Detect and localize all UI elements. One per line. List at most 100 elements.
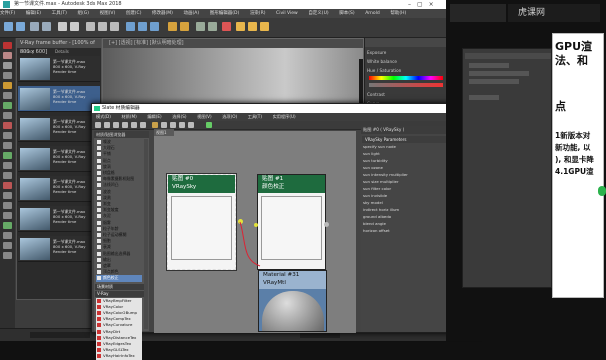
- unlink-icon[interactable]: [42, 22, 51, 31]
- saturation-slider[interactable]: [369, 83, 443, 87]
- output-socket[interactable]: [324, 222, 329, 227]
- vray-decal-icon[interactable]: [3, 142, 12, 149]
- menu-item[interactable]: 渲染(R): [250, 11, 266, 16]
- vray-dome-icon[interactable]: [3, 122, 12, 129]
- undo-icon[interactable]: [4, 22, 13, 31]
- render-history-item[interactable]: 第一节课文件.max 800 x 600, V-Ray Render time: [18, 86, 100, 112]
- maxscript-listener[interactable]: [30, 332, 90, 338]
- cc-row-contrast[interactable]: Contrast: [367, 91, 445, 99]
- vray-light-icon[interactable]: [3, 52, 12, 59]
- vray-tool-icon[interactable]: [3, 172, 12, 179]
- menu-item[interactable]: 动画(A): [184, 11, 200, 16]
- browser-vray-item[interactable]: VRayHairInfoTex: [96, 353, 142, 360]
- render-element-row[interactable]: [469, 71, 529, 76]
- curve-editor-icon[interactable]: [208, 22, 217, 31]
- render-history-item[interactable]: 第一节课文件.max 800 x 600, V-Ray Render time: [18, 56, 100, 82]
- vray-tool-icon[interactable]: [3, 162, 12, 169]
- slate-menu-item[interactable]: 选项(O): [222, 114, 237, 119]
- pick-material-icon[interactable]: [104, 122, 110, 128]
- render-element-row[interactable]: [469, 63, 509, 68]
- render-frame-icon[interactable]: [248, 22, 257, 31]
- vray-tool-icon[interactable]: [3, 192, 12, 199]
- render-history-item[interactable]: 第一节课文件.max 800 x 600, V-Ray Render time: [18, 116, 100, 142]
- slate-menu-item[interactable]: 编辑(E): [147, 114, 161, 119]
- menu-item[interactable]: 脚本(S): [339, 11, 354, 16]
- menu-item[interactable]: 创建(C): [126, 11, 142, 16]
- select-region-icon[interactable]: [70, 22, 79, 31]
- vray-tool-icon[interactable]: [3, 182, 12, 189]
- render-history-item[interactable]: 第一节课文件.max 800 x 600, V-Ray Render time: [18, 176, 100, 202]
- view-tab[interactable]: 视图1: [154, 129, 174, 136]
- node-vraymtl[interactable]: Material #31 VRayMtl: [258, 270, 327, 332]
- slate-menu-item[interactable]: 视图(V): [197, 114, 212, 119]
- cc-row-hue-saturation[interactable]: Hue / Saturation: [367, 67, 445, 75]
- menu-item[interactable]: 文件(F): [0, 11, 15, 16]
- vray-mesh-icon[interactable]: [3, 112, 12, 119]
- slate-menu-item[interactable]: 选择(S): [172, 114, 186, 119]
- menu-item[interactable]: 编辑(E): [26, 11, 41, 16]
- redo-icon[interactable]: [16, 22, 25, 31]
- browser-section-scene[interactable]: 场景材质: [95, 283, 148, 290]
- link-icon[interactable]: [30, 22, 39, 31]
- move-children-icon[interactable]: [140, 122, 146, 128]
- align-icon[interactable]: [180, 22, 189, 31]
- command-panel-tabs[interactable]: [465, 53, 551, 59]
- render-history-item[interactable]: 第一节课文件.max 800 x 600, V-Ray Render time: [18, 206, 100, 232]
- node-vraysky[interactable]: 贴图 #0 VRaySky: [166, 173, 237, 271]
- browser-section-vray[interactable]: V-Ray: [95, 290, 148, 297]
- layer-icon[interactable]: [196, 22, 205, 31]
- material-editor-icon[interactable]: [222, 22, 231, 31]
- scale-icon[interactable]: [110, 22, 119, 31]
- render-element-row[interactable]: [469, 79, 519, 84]
- render-preview-icon[interactable]: [206, 122, 212, 128]
- select-icon[interactable]: [58, 22, 67, 31]
- browser-item[interactable]: 颜色校正: [96, 275, 142, 282]
- window-controls[interactable]: –▢×: [408, 1, 444, 8]
- cc-row-white-balance[interactable]: White balance: [367, 58, 445, 66]
- percent-snap-icon[interactable]: [150, 22, 159, 31]
- move-icon[interactable]: [86, 22, 95, 31]
- render-history-item[interactable]: 第一节课文件.max 800 x 600, V-Ray Render time: [18, 236, 100, 262]
- mirror-icon[interactable]: [168, 22, 177, 31]
- green-tab[interactable]: [598, 186, 606, 196]
- vray-scene-icon[interactable]: [3, 152, 12, 159]
- vray-icon[interactable]: [3, 42, 12, 49]
- cc-row-exposure[interactable]: Exposure: [367, 49, 445, 57]
- put-to-scene-icon[interactable]: [113, 122, 119, 128]
- node-color-correction[interactable]: 贴图 #1 颜色校正: [257, 174, 326, 270]
- browser-scrollbar[interactable]: [144, 139, 148, 329]
- render-setup-icon[interactable]: [236, 22, 245, 31]
- render-element-row[interactable]: [469, 95, 499, 100]
- vray-proxy-icon[interactable]: [3, 62, 12, 69]
- vray-camera-icon[interactable]: [3, 132, 12, 139]
- vray-tool-icon[interactable]: [3, 212, 12, 219]
- vray-tool-icon[interactable]: [3, 222, 12, 229]
- layout-icon[interactable]: [161, 122, 167, 128]
- vray-tool-icon[interactable]: [3, 252, 12, 259]
- angle-snap-icon[interactable]: [138, 22, 147, 31]
- menu-item[interactable]: 工具(T): [52, 11, 67, 16]
- vray-sphere-icon[interactable]: [3, 102, 12, 109]
- vray-plane-icon[interactable]: [3, 92, 12, 99]
- menu-item[interactable]: Civil View: [276, 11, 298, 16]
- menu-item[interactable]: 图形编辑器(D): [210, 11, 239, 16]
- vray-tool-icon[interactable]: [3, 232, 12, 239]
- vray-tool-icon[interactable]: [3, 202, 12, 209]
- slate-menu-item[interactable]: 材质(M): [121, 114, 136, 119]
- select-tool-icon[interactable]: [95, 122, 101, 128]
- render-history-item[interactable]: 第一节课文件.max 800 x 600, V-Ray Render time: [18, 146, 100, 172]
- assign-material-icon[interactable]: [122, 122, 128, 128]
- menu-item[interactable]: 视图(V): [100, 11, 116, 16]
- snap-icon[interactable]: [126, 22, 135, 31]
- menu-item[interactable]: Arnold: [365, 11, 380, 16]
- material-map-navigator-icon[interactable]: [179, 122, 185, 128]
- show-map-icon[interactable]: [152, 122, 158, 128]
- viewport[interactable]: [+] [透视] [标准] [默认明暗处理]: [102, 38, 364, 108]
- menu-item[interactable]: 组(G): [78, 11, 90, 16]
- slate-menu-item[interactable]: 实用程序(U): [273, 114, 296, 119]
- delete-icon[interactable]: [131, 122, 137, 128]
- menu-item[interactable]: 帮助(H): [390, 11, 406, 16]
- rotate-icon[interactable]: [98, 22, 107, 31]
- render-icon[interactable]: [260, 22, 269, 31]
- menu-item[interactable]: 自定义(U): [308, 11, 328, 16]
